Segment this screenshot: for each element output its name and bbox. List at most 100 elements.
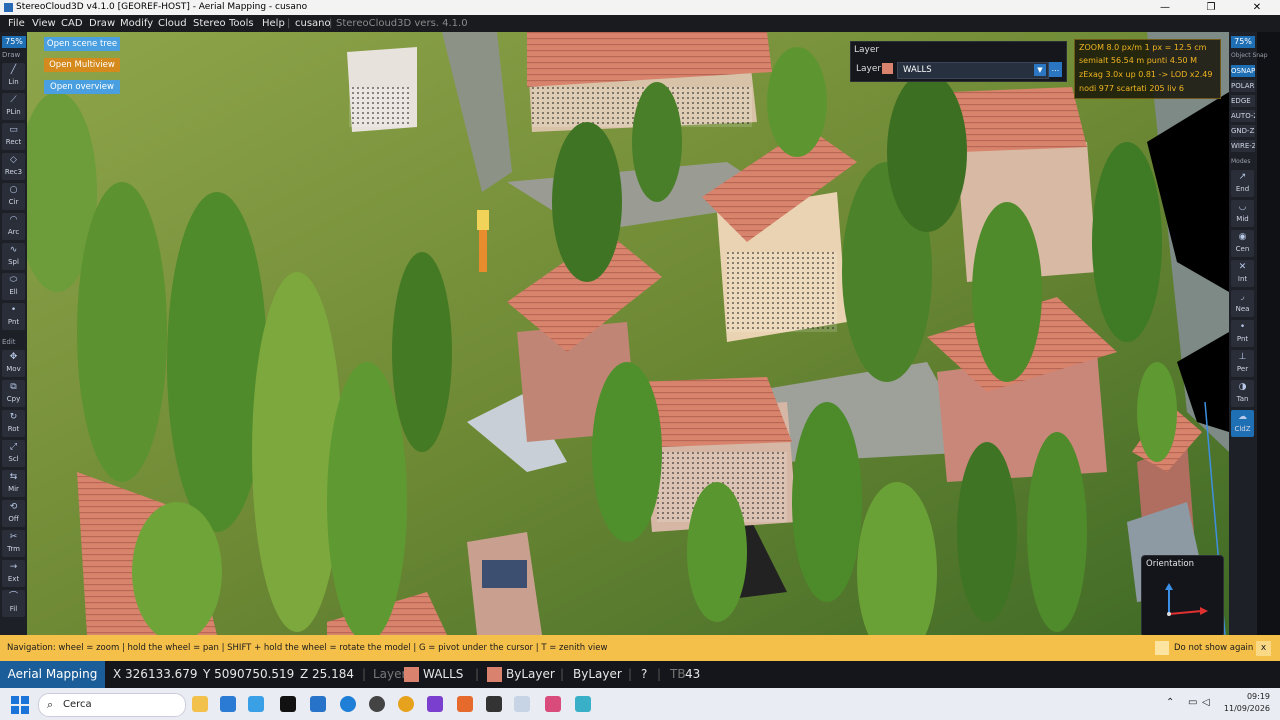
menu-cad[interactable]: CAD — [61, 15, 83, 32]
draw-tool-label: Rect — [5, 138, 22, 146]
snap-wire-z-button[interactable]: WIRE-Z — [1231, 140, 1255, 152]
menu-tools[interactable]: Tools — [229, 15, 254, 32]
draw-cir-button[interactable]: ○ Cir — [2, 183, 25, 210]
mode-int-button[interactable]: ✕ Int — [1231, 260, 1254, 287]
edit-ext-button[interactable]: → Ext — [2, 560, 25, 587]
open-multiview-button[interactable]: Open Multiview — [44, 58, 120, 72]
snipping-icon[interactable] — [545, 696, 561, 712]
layer-more-button[interactable]: ... — [1049, 62, 1062, 77]
status-help[interactable]: ? — [641, 661, 647, 688]
console-icon[interactable] — [486, 696, 502, 712]
mode-tool-label: Per — [1236, 365, 1249, 373]
edit-cpy-button[interactable]: ⧉ Cpy — [2, 380, 25, 407]
dont-show-checkbox[interactable] — [1155, 641, 1169, 655]
draw-arc-button[interactable]: ◠ Arc — [2, 213, 25, 240]
file-explorer-icon[interactable] — [192, 696, 208, 712]
status-color-value[interactable]: ByLayer — [506, 661, 555, 688]
snap-edge-button[interactable]: EDGE — [1231, 95, 1255, 107]
snap-auto-z-button[interactable]: AUTO-Z — [1231, 110, 1255, 122]
edit-trm-button[interactable]: ✂ Trm — [2, 530, 25, 557]
snap-osnap-button[interactable]: OSNAP — [1231, 65, 1255, 77]
left-zoom-badge[interactable]: 75% — [2, 36, 26, 48]
draw-rect-button[interactable]: ▭ Rect — [2, 123, 25, 150]
minimize-button[interactable]: — — [1142, 0, 1188, 15]
snap-polar-button[interactable]: POLAR — [1231, 80, 1255, 92]
mode-cen-button[interactable]: ◉ Cen — [1231, 230, 1254, 257]
rect3-icon: ◇ — [10, 155, 17, 165]
snap-gnd-z-button[interactable]: GND-Z — [1231, 125, 1255, 137]
taskbar-search[interactable]: ⌕ Cerca — [38, 693, 186, 717]
chrome-icon[interactable] — [398, 696, 414, 712]
network-app-icon[interactable] — [575, 696, 591, 712]
weather-icon[interactable] — [248, 696, 264, 712]
edit-tool-label: Off — [8, 515, 19, 523]
mode-mid-button[interactable]: ◡ Mid — [1231, 200, 1254, 227]
layer-color-swatch[interactable] — [882, 63, 893, 74]
navigation-hint-bar: Navigation: wheel = zoom | hold the whee… — [0, 635, 1280, 661]
app-icon-orange[interactable] — [457, 696, 473, 712]
edit-mov-button[interactable]: ✥ Mov — [2, 350, 25, 377]
circle-icon: ○ — [9, 185, 18, 195]
edit-fil-button[interactable]: ⌒ Fil — [2, 590, 25, 617]
taskbar-clock[interactable]: 09:19 11/09/2026 — [1222, 691, 1270, 715]
visual-studio-icon[interactable] — [427, 696, 443, 712]
draw-lin-button[interactable]: ╱ Lin — [2, 63, 25, 90]
store-icon[interactable] — [220, 696, 236, 712]
mode-cldz-button[interactable]: ☁ CldZ — [1231, 410, 1254, 437]
menu-file[interactable]: File — [8, 15, 25, 32]
menu-cloud[interactable]: Cloud — [158, 15, 187, 32]
draw-spl-button[interactable]: ∿ Spl — [2, 243, 25, 270]
edge-icon[interactable] — [340, 696, 356, 712]
dont-show-label[interactable]: Do not show again — [1174, 635, 1253, 661]
clock-date: 11/09/2026 — [1223, 704, 1270, 713]
open-scene-tree-button[interactable]: Open scene tree — [44, 37, 120, 51]
mode-per-button[interactable]: ⊥ Per — [1231, 350, 1254, 377]
draw-ell-button[interactable]: ⬭ Ell — [2, 273, 25, 300]
maximize-button[interactable]: ❐ — [1188, 0, 1234, 15]
vscode-icon[interactable] — [310, 696, 326, 712]
orientation-widget[interactable]: Orientation — [1141, 555, 1224, 637]
menu-help[interactable]: Help — [262, 15, 285, 32]
draw-section-label: Draw — [2, 51, 21, 59]
point-icon: • — [10, 305, 17, 315]
edit-off-button[interactable]: ⟲ Off — [2, 500, 25, 527]
edit-tool-label: Ext — [7, 575, 20, 583]
draw-pnt-button[interactable]: • Pnt — [2, 303, 25, 330]
edit-rot-button[interactable]: ↻ Rot — [2, 410, 25, 437]
tray-chevron-icon[interactable]: ⌃ — [1166, 697, 1174, 708]
chevron-down-icon[interactable]: ▼ — [1034, 64, 1046, 76]
edit-mir-button[interactable]: ⇆ Mir — [2, 470, 25, 497]
edit-scl-button[interactable]: ⤢ Scl — [2, 440, 25, 467]
terminal-icon[interactable] — [280, 696, 296, 712]
mode-nea-button[interactable]: ◞ Nea — [1231, 290, 1254, 317]
menu-modify[interactable]: Modify — [120, 15, 153, 32]
status-linetype-value[interactable]: ByLayer — [573, 661, 622, 688]
draw-tool-label: PLin — [6, 108, 21, 116]
network-icon[interactable]: ▭ — [1188, 697, 1197, 708]
status-layer-value[interactable]: WALLS — [423, 661, 463, 688]
right-zoom-badge[interactable]: 75% — [1231, 36, 1255, 48]
stereocloud-taskbar-icon[interactable] — [514, 696, 530, 712]
menu-view[interactable]: View — [32, 15, 56, 32]
mode-pnt-button[interactable]: • Pnt — [1231, 320, 1254, 347]
app-mode-label[interactable]: Aerial Mapping — [0, 661, 105, 688]
menu-stereo[interactable]: Stereo — [193, 15, 226, 32]
trim-icon: ✂ — [9, 532, 18, 542]
point-cloud-viewport[interactable] — [27, 32, 1229, 635]
open-overview-button[interactable]: Open overview — [44, 80, 120, 94]
draw-plin-button[interactable]: ⟋ PLin — [2, 93, 25, 120]
volume-icon[interactable]: ◁ — [1202, 697, 1210, 708]
close-button[interactable]: ✕ — [1234, 0, 1280, 15]
windows-start-icon[interactable] — [11, 696, 29, 714]
fillet-icon: ⌒ — [8, 592, 18, 602]
mode-end-button[interactable]: ↗ End — [1231, 170, 1254, 197]
hint-close-button[interactable]: x — [1256, 641, 1271, 656]
mode-tool-label: Mid — [1236, 215, 1249, 223]
chatgpt-icon[interactable] — [369, 696, 385, 712]
mode-tan-button[interactable]: ◑ Tan — [1231, 380, 1254, 407]
os-taskbar: ⌕ Cerca ⌃ ▭ ◁ 09:19 11/09/2026 — [0, 688, 1280, 720]
layer-select[interactable]: WALLS ▼ — [897, 62, 1049, 79]
menu-draw[interactable]: Draw — [89, 15, 115, 32]
draw-rec3-button[interactable]: ◇ Rec3 — [2, 153, 25, 180]
arc-icon: ◠ — [9, 215, 18, 225]
